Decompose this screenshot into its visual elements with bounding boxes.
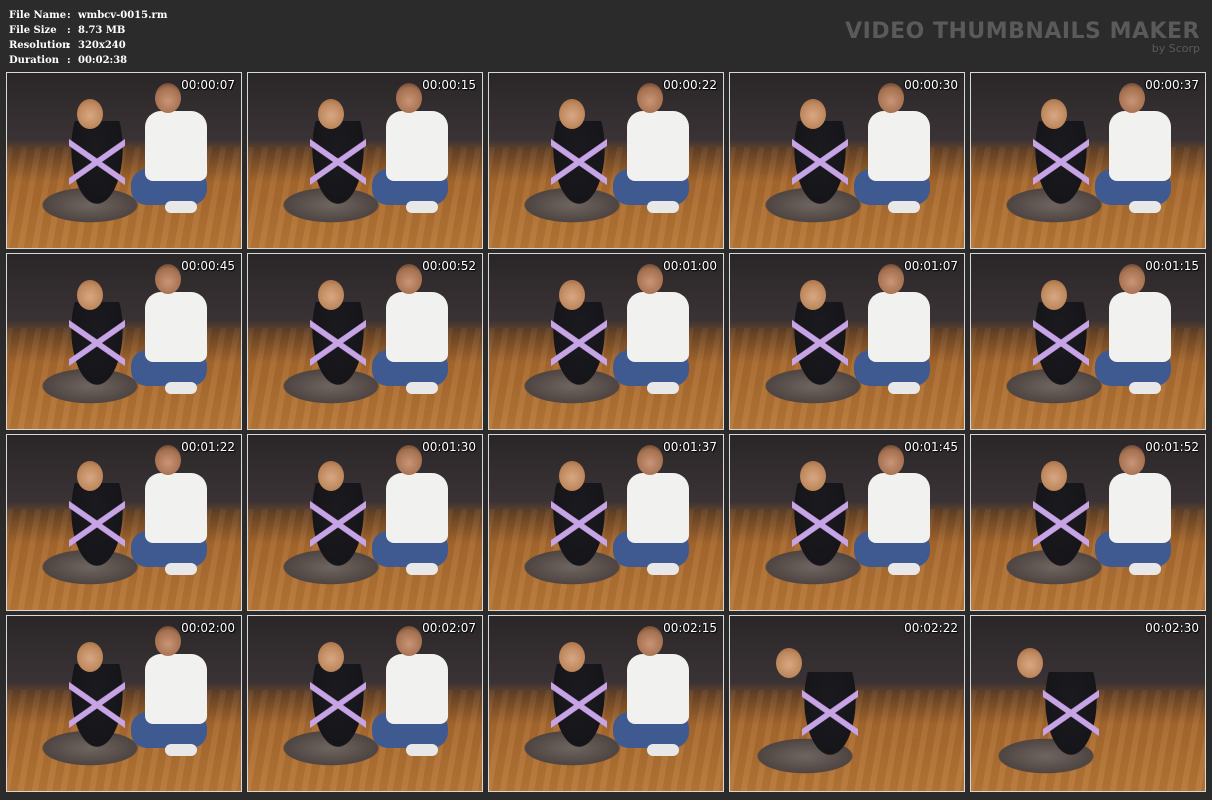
thumbnail[interactable]: 00:00:52 [247,253,483,430]
duration-row: Duration : 00:02:38 [9,53,167,68]
thumbnail-timestamp: 00:00:37 [1145,78,1199,92]
duration-value: 00:02:38 [78,55,128,66]
file-name-separator: : [67,10,71,21]
thumbnail-timestamp: 00:02:30 [1145,621,1199,635]
brand-watermark: VIDEO THUMBNAILS MAKER by Scorp [845,20,1200,55]
file-name-value: wmbcv-0015.rm [78,10,168,21]
thumbnail[interactable]: 00:02:00 [6,615,242,792]
thumbnail[interactable]: 00:01:07 [729,253,965,430]
thumbnail[interactable]: 00:00:37 [970,72,1206,249]
thumbnail-timestamp: 00:01:00 [663,259,717,273]
resolution-label: Resolution [9,40,70,51]
thumbnail-timestamp: 00:01:45 [904,440,958,454]
thumbnail-timestamp: 00:02:00 [181,621,235,635]
thumbnail[interactable]: 00:00:30 [729,72,965,249]
thumbnail-timestamp: 00:00:15 [422,78,476,92]
thumbnail-timestamp: 00:01:22 [181,440,235,454]
thumbnail-timestamp: 00:01:30 [422,440,476,454]
resolution-value: 320x240 [78,40,126,51]
file-size-value: 8.73 MB [78,25,126,36]
resolution-row: Resolution : 320x240 [9,38,167,53]
brand-subtitle: by Scorp [1151,42,1200,55]
resolution-separator: : [67,40,71,51]
file-size-row: File Size : 8.73 MB [9,23,167,38]
thumbnail-timestamp: 00:00:22 [663,78,717,92]
thumbnail-grid: 00:00:07 00:00:15 00:00:22 00:00:30 00:0… [6,72,1206,792]
thumbnail-timestamp: 00:01:37 [663,440,717,454]
thumbnail[interactable]: 00:00:22 [488,72,724,249]
thumbnail[interactable]: 00:01:22 [6,434,242,611]
file-name-row: File Name : wmbcv-0015.rm [9,8,167,23]
thumbnail[interactable]: 00:01:52 [970,434,1206,611]
file-info-panel: File Name : wmbcv-0015.rm File Size : 8.… [9,8,167,68]
thumbnail[interactable]: 00:00:15 [247,72,483,249]
file-name-label: File Name [9,10,67,21]
thumbnail-timestamp: 00:01:52 [1145,440,1199,454]
thumbnail[interactable]: 00:02:15 [488,615,724,792]
brand-title: VIDEO THUMBNAILS MAKER [845,19,1200,44]
thumbnail-timestamp: 00:00:07 [181,78,235,92]
thumbnail[interactable]: 00:01:45 [729,434,965,611]
thumbnail-timestamp: 00:00:45 [181,259,235,273]
thumbnail[interactable]: 00:00:45 [6,253,242,430]
duration-label: Duration [9,55,60,66]
thumbnail-timestamp: 00:01:15 [1145,259,1199,273]
thumbnail[interactable]: 00:01:37 [488,434,724,611]
thumbnail-timestamp: 00:02:07 [422,621,476,635]
thumbnail[interactable]: 00:00:07 [6,72,242,249]
thumbnail-timestamp: 00:00:52 [422,259,476,273]
thumbnail-timestamp: 00:01:07 [904,259,958,273]
thumbnail[interactable]: 00:02:22 [729,615,965,792]
thumbnail-timestamp: 00:00:30 [904,78,958,92]
thumbnail-timestamp: 00:02:15 [663,621,717,635]
thumbnail[interactable]: 00:02:30 [970,615,1206,792]
duration-separator: : [67,55,71,66]
thumbnail[interactable]: 00:02:07 [247,615,483,792]
file-size-separator: : [67,25,71,36]
thumbnail[interactable]: 00:01:00 [488,253,724,430]
thumbnail[interactable]: 00:01:15 [970,253,1206,430]
thumbnail-timestamp: 00:02:22 [904,621,958,635]
thumbnail[interactable]: 00:01:30 [247,434,483,611]
file-size-label: File Size [9,25,57,36]
